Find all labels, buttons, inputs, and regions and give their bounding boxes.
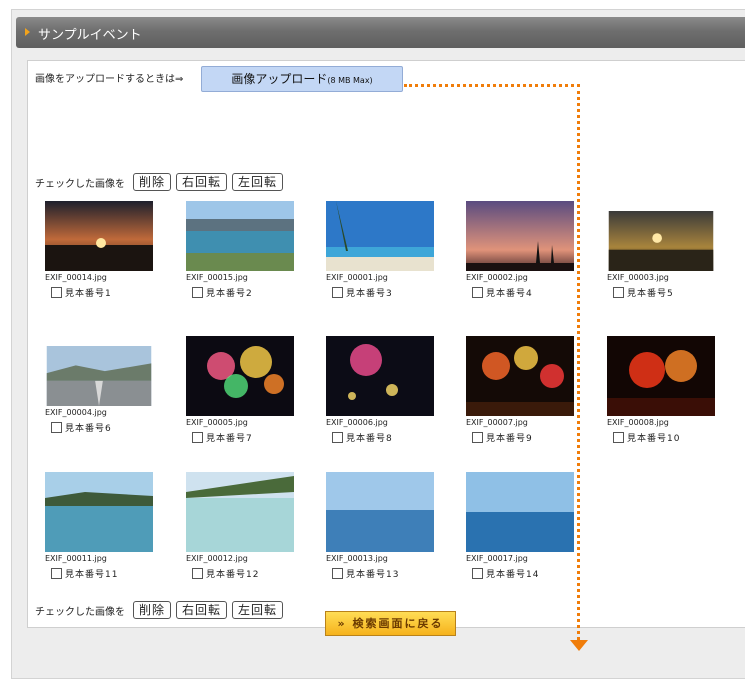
photo-thumbnail[interactable] <box>45 346 153 406</box>
photo-thumbnail[interactable] <box>186 201 294 271</box>
photo-label: 見本番号14 <box>486 570 540 580</box>
photo-checkbox[interactable] <box>51 422 62 433</box>
upload-prompt: 画像をアップロードするときは⇒ <box>35 74 184 85</box>
photo-item: EXIF_00002.jpg 見本番号4 <box>456 201 596 299</box>
photo-filename: EXIF_00001.jpg <box>326 273 388 282</box>
photo-label: 見本番号8 <box>346 434 393 444</box>
back-to-search-button[interactable]: » 検索画面に戻る <box>325 611 456 636</box>
photo-label: 見本番号4 <box>486 289 533 299</box>
upload-button-note: (8 MB Max) <box>327 76 373 85</box>
photo-label: 見本番号6 <box>65 424 112 434</box>
photo-label: 見本番号7 <box>206 434 253 444</box>
upload-button[interactable]: 画像アップロード(8 MB Max) <box>201 66 403 92</box>
photo-thumbnail[interactable] <box>186 336 294 416</box>
photo-checkbox[interactable] <box>613 432 624 443</box>
delete-button[interactable]: 削除 <box>133 601 172 619</box>
photo-filename: EXIF_00013.jpg <box>326 554 388 563</box>
photo-item: EXIF_00008.jpg 見本番号10 <box>597 336 737 444</box>
rotate-right-button[interactable]: 右回転 <box>176 601 228 619</box>
photo-filename: EXIF_00011.jpg <box>45 554 107 563</box>
rotate-left-button[interactable]: 左回転 <box>232 601 284 619</box>
photo-filename: EXIF_00005.jpg <box>186 418 248 427</box>
guide-line-horizontal <box>404 84 580 87</box>
photo-item: EXIF_00001.jpg 見本番号3 <box>316 201 456 299</box>
photo-checkbox[interactable] <box>332 432 343 443</box>
photo-checkbox[interactable] <box>51 287 62 298</box>
photo-item: EXIF_00004.jpg 見本番号6 <box>35 346 175 434</box>
photo-thumbnail[interactable] <box>326 472 434 552</box>
photo-filename: EXIF_00004.jpg <box>45 408 107 417</box>
photo-item: EXIF_00005.jpg 見本番号7 <box>176 336 316 444</box>
photo-thumbnail[interactable] <box>326 336 434 416</box>
photo-item: EXIF_00013.jpg 見本番号13 <box>316 472 456 580</box>
photo-thumbnail[interactable] <box>607 211 715 271</box>
delete-button[interactable]: 削除 <box>133 173 172 191</box>
photo-checkbox[interactable] <box>192 287 203 298</box>
photo-thumbnail[interactable] <box>466 201 574 271</box>
down-arrow-icon <box>570 640 588 651</box>
photo-thumbnail[interactable] <box>45 472 153 552</box>
photo-checkbox[interactable] <box>472 287 483 298</box>
photo-item: EXIF_00017.jpg 見本番号14 <box>456 472 596 580</box>
rotate-right-button[interactable]: 右回転 <box>176 173 228 191</box>
photo-label: 見本番号13 <box>346 570 400 580</box>
photo-label: 見本番号3 <box>346 289 393 299</box>
photo-item: EXIF_00011.jpg 見本番号11 <box>35 472 175 580</box>
photo-item: EXIF_00014.jpg 見本番号1 <box>35 201 175 299</box>
photo-checkbox[interactable] <box>332 287 343 298</box>
photo-filename: EXIF_00017.jpg <box>466 554 528 563</box>
photo-filename: EXIF_00006.jpg <box>326 418 388 427</box>
photo-filename: EXIF_00003.jpg <box>607 273 669 282</box>
photo-label: 見本番号11 <box>65 570 119 580</box>
section-title: サンプルイベント <box>38 28 142 43</box>
photo-filename: EXIF_00012.jpg <box>186 554 248 563</box>
photo-label: 見本番号1 <box>65 289 112 299</box>
photo-thumbnail[interactable] <box>466 472 574 552</box>
photo-label: 見本番号12 <box>206 570 260 580</box>
photo-filename: EXIF_00008.jpg <box>607 418 669 427</box>
photo-thumbnail[interactable] <box>326 201 434 271</box>
photo-checkbox[interactable] <box>472 568 483 579</box>
photo-thumbnail[interactable] <box>186 472 294 552</box>
photo-item: EXIF_00006.jpg 見本番号8 <box>316 336 456 444</box>
photo-label: 見本番号2 <box>206 289 253 299</box>
toolbar-label: チェックした画像を <box>35 606 125 618</box>
section-header: サンプルイベント <box>16 17 745 48</box>
photo-checkbox[interactable] <box>613 287 624 298</box>
toolbar-top: チェックした画像を 削除 右回転 左回転 <box>35 172 288 192</box>
photo-checkbox[interactable] <box>192 432 203 443</box>
photo-item: EXIF_00015.jpg 見本番号2 <box>176 201 316 299</box>
toolbar-label: チェックした画像を <box>35 178 125 190</box>
photo-label: 見本番号10 <box>627 434 681 444</box>
photo-checkbox[interactable] <box>192 568 203 579</box>
photo-checkbox[interactable] <box>472 432 483 443</box>
photo-checkbox[interactable] <box>51 568 62 579</box>
upload-button-label: 画像アップロード <box>231 72 328 86</box>
photo-item: EXIF_00007.jpg 見本番号9 <box>456 336 596 444</box>
photo-checkbox[interactable] <box>332 568 343 579</box>
photo-item: EXIF_00003.jpg 見本番号5 <box>597 211 737 299</box>
header-arrow-icon <box>25 28 30 36</box>
photo-label: 見本番号5 <box>627 289 674 299</box>
photo-thumbnail[interactable] <box>466 336 574 416</box>
photo-filename: EXIF_00007.jpg <box>466 418 528 427</box>
photo-filename: EXIF_00002.jpg <box>466 273 528 282</box>
photo-filename: EXIF_00015.jpg <box>186 273 248 282</box>
photo-thumbnail[interactable] <box>45 201 153 271</box>
photo-label: 見本番号9 <box>486 434 533 444</box>
toolbar-bottom: チェックした画像を 削除 右回転 左回転 <box>35 600 288 620</box>
rotate-left-button[interactable]: 左回転 <box>232 173 284 191</box>
photo-item: EXIF_00012.jpg 見本番号12 <box>176 472 316 580</box>
photo-thumbnail[interactable] <box>607 336 715 416</box>
photo-filename: EXIF_00014.jpg <box>45 273 107 282</box>
